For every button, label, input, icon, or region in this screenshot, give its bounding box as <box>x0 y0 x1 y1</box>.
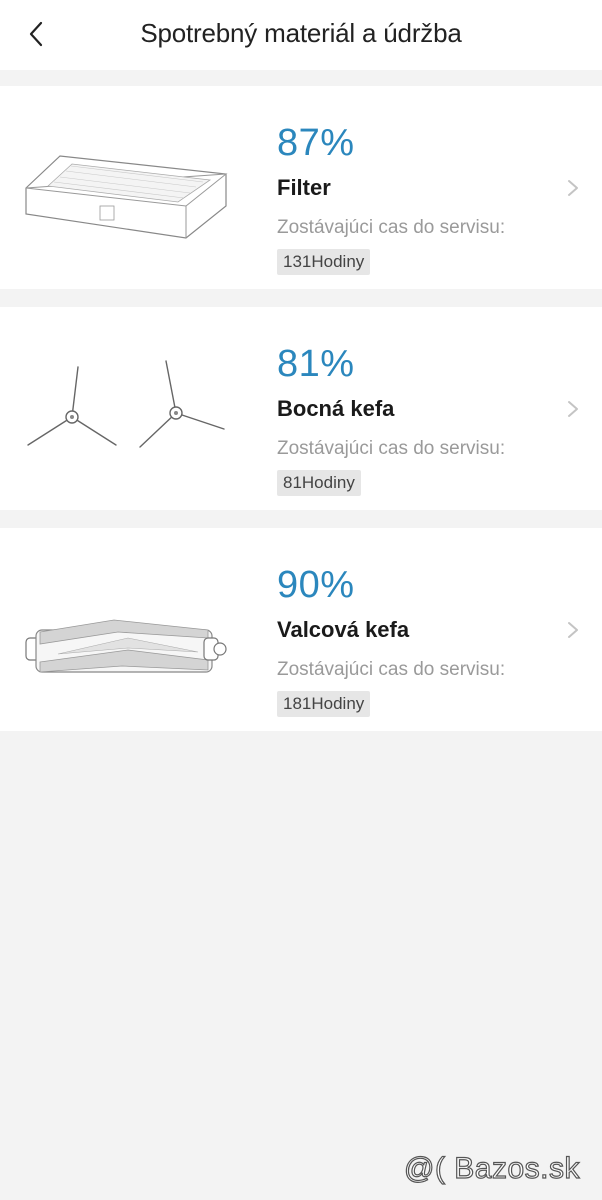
watermark: @( Bazos.sk <box>403 1151 580 1185</box>
side-brush-hours-badge: 81Hodiny <box>277 470 361 496</box>
side-brush-name: Bocná kefa <box>277 396 395 421</box>
side-brush-percent: 81% <box>277 343 355 385</box>
consumable-side-brush-card[interactable]: 81% Bocná kefa Zostávajúci cas do servis… <box>0 307 602 510</box>
roller-brush-hours-badge: 181Hodiny <box>277 691 371 717</box>
roller-brush-percent: 90% <box>277 564 355 606</box>
filter-hours-badge: 131Hodiny <box>277 249 371 275</box>
filter-remaining-label: Zostávajúci cas do servisu: <box>277 217 506 238</box>
roller-brush-remaining-label: Zostávajúci cas do servisu: <box>277 659 506 680</box>
consumable-roller-brush-card[interactable]: 90% Valcová kefa Zostávajúci cas do serv… <box>0 528 602 731</box>
filter-illustration <box>25 155 228 239</box>
page-title: Spotrebný materiál a údržba <box>140 18 462 48</box>
chevron-right-icon <box>568 401 578 417</box>
chevron-right-icon <box>568 622 578 638</box>
consumable-filter-card[interactable]: 87% Filter Zostávajúci cas do servisu: 1… <box>0 86 602 289</box>
side-brush-illustration <box>27 360 225 448</box>
filter-percent: 87% <box>277 122 355 164</box>
side-brush-remaining-label: Zostávajúci cas do servisu: <box>277 438 506 459</box>
app-header: Spotrebný materiál a údržba <box>0 0 602 70</box>
roller-brush-illustration <box>25 619 227 673</box>
chevron-right-icon <box>568 180 578 196</box>
roller-brush-name: Valcová kefa <box>277 617 410 642</box>
filter-name: Filter <box>277 175 331 200</box>
